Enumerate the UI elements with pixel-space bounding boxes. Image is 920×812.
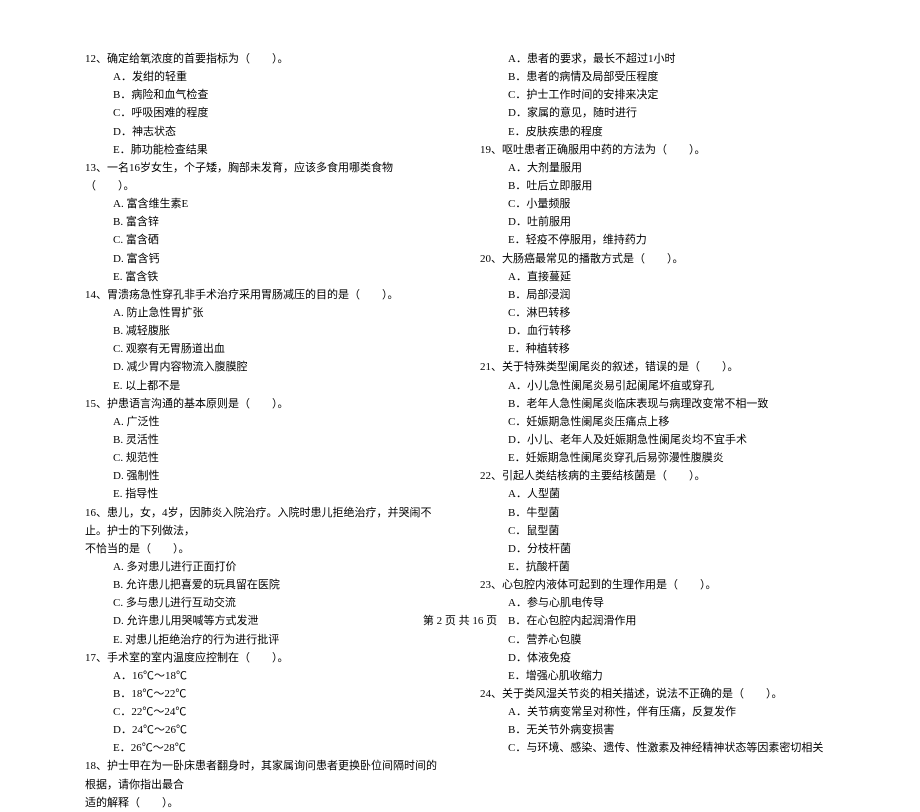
q20-opt-d: D．血行转移 (480, 322, 835, 340)
q16-opt-a: A. 多对患儿进行正面打价 (85, 558, 440, 576)
q14-opt-c: C. 观察有无胃肠道出血 (85, 340, 440, 358)
q21-opt-b: B．老年人急性阑尾炎临床表现与病理改变常不相一致 (480, 395, 835, 413)
q23-opt-a: A．参与心肌电传导 (480, 594, 835, 612)
q22-opt-d: D．分枝杆菌 (480, 540, 835, 558)
q17-opt-c: C．22℃～24℃ (85, 703, 440, 721)
q19-opt-e: E．轻疫不停服用，维持药力 (480, 231, 835, 249)
q17-opt-b: B．18℃～22℃ (85, 685, 440, 703)
q12-opt-c: C．呼吸困难的程度 (85, 104, 440, 122)
q14-text: 14、胃溃疡急性穿孔非手术治疗采用胃肠减压的目的是（ ）。 (85, 286, 440, 304)
q24-opt-c: C．与环境、感染、遗传、性激素及神经精神状态等因素密切相关 (480, 739, 835, 757)
left-column: 12、确定给氧浓度的首要指标为（ ）。 A．发绀的轻重 B．病险和血气检查 C．… (85, 50, 440, 812)
q18-text1: 18、护士甲在为一卧床患者翻身时，其家属询问患者更换卧位间隔时间的根据，请你指出… (85, 757, 440, 793)
q13-opt-a: A. 富含维生素E (85, 195, 440, 213)
q21-text: 21、关于特殊类型阑尾炎的叙述，错误的是（ ）。 (480, 358, 835, 376)
q15-opt-d: D. 强制性 (85, 467, 440, 485)
q24-opt-a: A．关节病变常呈对称性，伴有压痛，反复发作 (480, 703, 835, 721)
q12-opt-e: E．肺功能检查结果 (85, 141, 440, 159)
q14-opt-e: E. 以上都不是 (85, 377, 440, 395)
q15-opt-e: E. 指导性 (85, 485, 440, 503)
q23-opt-e: E．增强心肌收缩力 (480, 667, 835, 685)
q13-opt-b: B. 富含锌 (85, 213, 440, 231)
q15-text: 15、护患语言沟通的基本原则是（ ）。 (85, 395, 440, 413)
q13-text: 13、一名16岁女生，个子矮，胸部未发育，应该多食用哪类食物（ ）。 (85, 159, 440, 195)
q18-opt-a: A．患者的要求，最长不超过1小时 (480, 50, 835, 68)
q15-opt-c: C. 规范性 (85, 449, 440, 467)
q24-text: 24、关于类风湿关节炎的相关描述，说法不正确的是（ ）。 (480, 685, 835, 703)
q22-opt-c: C．鼠型菌 (480, 522, 835, 540)
q23-text: 23、心包腔内液体可起到的生理作用是（ ）。 (480, 576, 835, 594)
q15-opt-a: A. 广泛性 (85, 413, 440, 431)
q22-opt-b: B．牛型菌 (480, 504, 835, 522)
q20-opt-c: C．淋巴转移 (480, 304, 835, 322)
q18-opt-c: C．护士工作时间的安排来决定 (480, 86, 835, 104)
q18-opt-b: B．患者的病情及局部受压程度 (480, 68, 835, 86)
q24-opt-b: B．无关节外病变损害 (480, 721, 835, 739)
q12-opt-a: A．发绀的轻重 (85, 68, 440, 86)
right-column: A．患者的要求，最长不超过1小时 B．患者的病情及局部受压程度 C．护士工作时间… (480, 50, 835, 812)
q20-opt-e: E．种植转移 (480, 340, 835, 358)
q20-opt-a: A．直接蔓延 (480, 268, 835, 286)
q22-text: 22、引起人类结核病的主要结核菌是（ ）。 (480, 467, 835, 485)
q14-opt-d: D. 减少胃内容物流入腹膜腔 (85, 358, 440, 376)
q19-opt-c: C．小量频服 (480, 195, 835, 213)
q17-opt-d: D．24℃～26℃ (85, 721, 440, 739)
q23-opt-c: C．营养心包膜 (480, 631, 835, 649)
q17-text: 17、手术室的室内温度应控制在（ ）。 (85, 649, 440, 667)
q13-opt-e: E. 富含铁 (85, 268, 440, 286)
q21-opt-c: C．妊娠期急性阑尾炎压痛点上移 (480, 413, 835, 431)
q16-opt-b: B. 允许患儿把喜爱的玩具留在医院 (85, 576, 440, 594)
q14-opt-b: B. 减轻腹胀 (85, 322, 440, 340)
q12-opt-b: B．病险和血气检查 (85, 86, 440, 104)
q21-opt-e: E．妊娠期急性阑尾炎穿孔后易弥漫性腹膜炎 (480, 449, 835, 467)
q19-opt-b: B．吐后立即服用 (480, 177, 835, 195)
q17-opt-e: E．26℃～28℃ (85, 739, 440, 757)
page-columns: 12、确定给氧浓度的首要指标为（ ）。 A．发绀的轻重 B．病险和血气检查 C．… (85, 50, 835, 812)
q21-opt-d: D．小儿、老年人及妊娠期急性阑尾炎均不宜手术 (480, 431, 835, 449)
q17-opt-a: A．16℃～18℃ (85, 667, 440, 685)
q12-text: 12、确定给氧浓度的首要指标为（ ）。 (85, 50, 440, 68)
q19-opt-d: D．吐前服用 (480, 213, 835, 231)
q16-text2: 不恰当的是（ ）。 (85, 540, 440, 558)
q23-opt-d: D．体液免疫 (480, 649, 835, 667)
q22-opt-e: E．抗酸杆菌 (480, 558, 835, 576)
q20-text: 20、大肠癌最常见的播散方式是（ ）。 (480, 250, 835, 268)
q12-opt-d: D．神志状态 (85, 123, 440, 141)
q20-opt-b: B．局部浸润 (480, 286, 835, 304)
q21-opt-a: A．小儿急性阑尾炎易引起阑尾坏疽或穿孔 (480, 377, 835, 395)
q18-opt-e: E．皮肤疾患的程度 (480, 123, 835, 141)
q13-opt-c: C. 富含硒 (85, 231, 440, 249)
q22-opt-a: A．人型菌 (480, 485, 835, 503)
page-footer: 第 2 页 共 16 页 (0, 612, 920, 628)
q18-text2: 适的解释（ ）。 (85, 794, 440, 812)
q19-opt-a: A．大剂量服用 (480, 159, 835, 177)
q13-opt-d: D. 富含钙 (85, 250, 440, 268)
q15-opt-b: B. 灵活性 (85, 431, 440, 449)
q19-text: 19、呕吐患者正确服用中药的方法为（ ）。 (480, 141, 835, 159)
q18-opt-d: D．家属的意见，随时进行 (480, 104, 835, 122)
q16-opt-c: C. 多与患儿进行互动交流 (85, 594, 440, 612)
q16-opt-e: E. 对患儿拒绝治疗的行为进行批评 (85, 631, 440, 649)
q16-text1: 16、患儿，女，4岁，因肺炎入院治疗。入院时患儿拒绝治疗，并哭闹不止。护士的下列… (85, 504, 440, 540)
q14-opt-a: A. 防止急性胃扩张 (85, 304, 440, 322)
